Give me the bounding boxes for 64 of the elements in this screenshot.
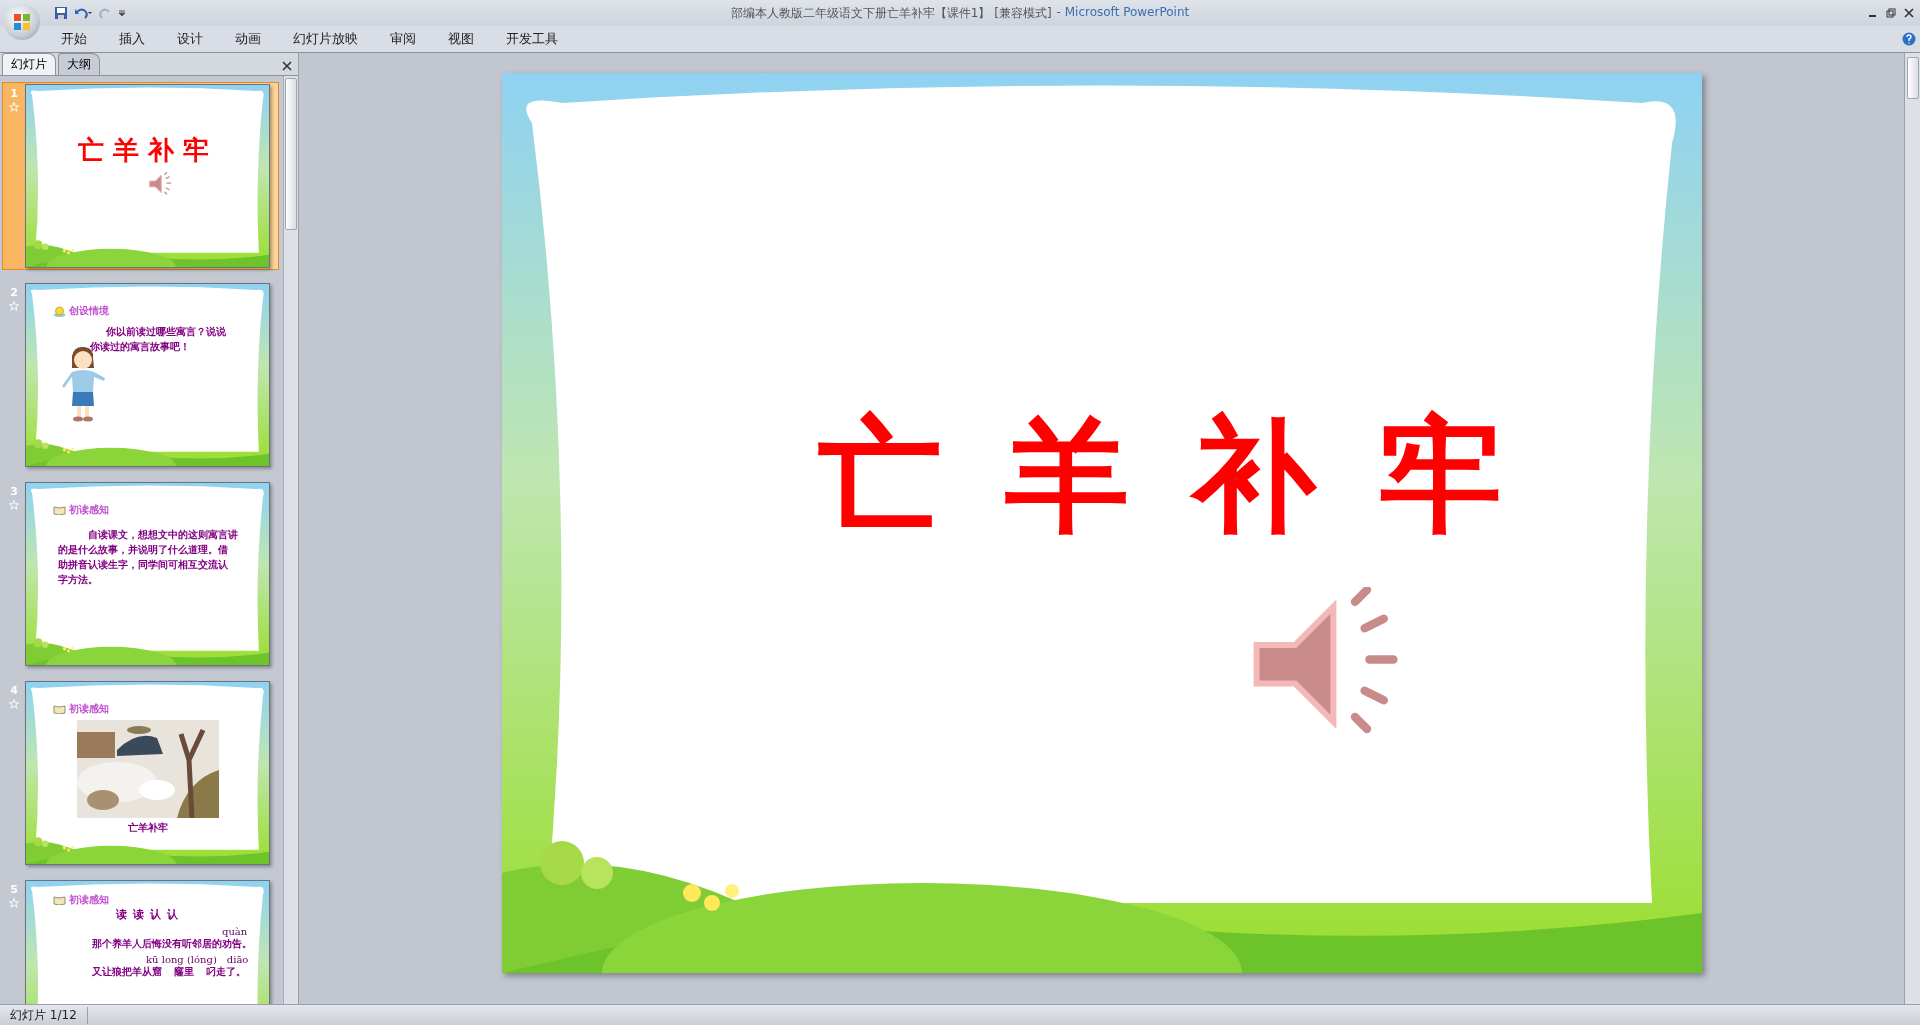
office-logo-icon: [13, 13, 31, 31]
slide-thumbnail[interactable]: 亡 羊 补 牢: [25, 84, 270, 268]
star-icon: [9, 699, 19, 709]
undo-icon[interactable]: [74, 6, 92, 20]
ribbon-tab[interactable]: 幻灯片放映: [280, 27, 371, 51]
app-name: - Microsoft PowerPoint: [1056, 4, 1190, 21]
close-icon[interactable]: [1904, 8, 1914, 18]
slide-number: 5: [10, 883, 18, 896]
panel-tab[interactable]: 幻灯片: [2, 53, 56, 75]
slide-number: 1: [10, 87, 18, 100]
status-text: 幻灯片 1/12: [0, 1006, 88, 1024]
bulb-icon: [53, 305, 66, 317]
star-icon: [9, 102, 19, 112]
star-icon: [9, 898, 19, 908]
slide-heading: 创设情境: [69, 304, 109, 318]
slide-heading: 初读感知: [69, 702, 109, 716]
slide-subtitle: 读 读 认 认: [115, 907, 180, 922]
pinyin-text: kū long (lóng): [146, 954, 217, 966]
scrollbar[interactable]: [1904, 53, 1920, 1004]
ribbon-tab[interactable]: 设计: [164, 27, 216, 51]
pinyin-text: quàn: [222, 926, 248, 938]
restore-icon[interactable]: [1886, 8, 1896, 18]
slide-heading: 初读感知: [69, 503, 109, 517]
ribbon-tab[interactable]: 开发工具: [493, 27, 571, 51]
slide-number: 2: [10, 286, 18, 299]
slide-text: 自读课文，想想文中的这则寓言讲: [88, 528, 239, 542]
pinyin-text: diāo: [226, 954, 249, 966]
slide-text: 字方法。: [58, 573, 99, 587]
book-icon: [53, 704, 66, 714]
slide-text: 的是什么故事，并说明了什么道理。借: [58, 543, 229, 557]
save-icon[interactable]: [54, 6, 68, 20]
ribbon-tab[interactable]: 审阅: [377, 27, 429, 51]
close-icon[interactable]: [282, 61, 292, 71]
slide-number: 4: [10, 684, 18, 697]
speaker-icon: [148, 172, 174, 196]
panel-tab[interactable]: 大纲: [58, 53, 100, 75]
scrollbar[interactable]: [283, 76, 298, 1004]
slide-text: 窿里: [174, 966, 194, 978]
slide-title: 亡 羊 补 牢: [78, 134, 211, 167]
star-icon: [9, 301, 19, 311]
book-icon: [53, 895, 66, 905]
customize-dropdown-icon[interactable]: [118, 9, 126, 17]
slide-text: 那个养羊人后悔没有听邻居的劝告。: [92, 938, 252, 950]
star-icon: [9, 500, 19, 510]
slide-thumbnail[interactable]: 初读感知 自读课文，想想文中的这则寓言讲 的是什么故事，并说明了什么道理。借 助拼音认读生字，同学间可相互交流认 字方法。: [25, 482, 270, 666]
window-title: 部编本人教版二年级语文下册亡羊补牢【课件1】 [兼容模式]: [730, 4, 1052, 22]
help-icon[interactable]: [1902, 32, 1916, 46]
office-button[interactable]: [4, 4, 40, 40]
book-icon: [53, 505, 66, 515]
slide-text: 助拼音认读生字，同学间可相互交流认: [58, 558, 229, 572]
slide-thumbnail[interactable]: 创设情境 你以前读过哪些寓言？说说 你读过的寓言故事吧！: [25, 283, 270, 467]
ribbon-tab[interactable]: 插入: [106, 27, 158, 51]
ribbon-tab[interactable]: 视图: [435, 27, 487, 51]
slide-thumbnail[interactable]: 初读感知 读 读 认 认 quàn 那个养羊人后悔没有听邻居的劝告。 kū long (lóng) diāo 又让狼把羊从窟 窿里 叼走了。: [25, 880, 270, 1004]
slide-text: 你读过的寓言故事吧！: [90, 340, 191, 354]
ribbon-tab[interactable]: 动画: [222, 27, 274, 51]
slide-text: 叼走了。: [206, 966, 246, 978]
slide-text: 又让狼把羊从窟: [92, 966, 162, 978]
slide-heading: 初读感知: [69, 893, 109, 907]
picture-caption: 亡羊补牢: [126, 821, 169, 835]
slide-text: 你以前读过哪些寓言？说说: [106, 325, 227, 339]
slide-number: 3: [10, 485, 18, 498]
slide-thumbnail[interactable]: 初读感知 亡羊补牢: [25, 681, 270, 865]
ribbon-tab[interactable]: 开始: [48, 27, 100, 51]
